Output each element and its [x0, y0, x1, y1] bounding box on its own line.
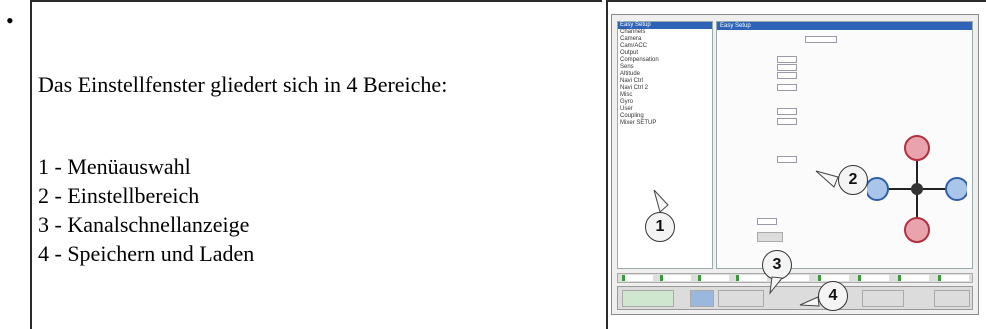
list-item: 1 - Menüauswahl [38, 154, 191, 179]
area-list: 1 - Menüauswahl 2 - Einstellbereich 3 - … [38, 152, 254, 268]
settings-window-screenshot: Easy Setup Channels Camera Cam/ACC Outpu… [611, 14, 979, 315]
list-item: 3 - Kanalschnellanzeige [38, 212, 250, 237]
list-item: 2 - Einstellbereich [38, 183, 200, 208]
callout-pointers [653, 170, 839, 307]
intro-text: Das Einstellfenster gliedert sich in 4 B… [38, 72, 448, 97]
content-table: Das Einstellfenster gliedert sich in 4 B… [30, 0, 986, 329]
list-item: 4 - Speichern und Laden [38, 241, 255, 266]
image-cell: Easy Setup Channels Camera Cam/ACC Outpu… [606, 0, 986, 329]
text-cell: Das Einstellfenster gliedert sich in 4 B… [30, 0, 602, 329]
list-bullet: • [6, 8, 14, 33]
